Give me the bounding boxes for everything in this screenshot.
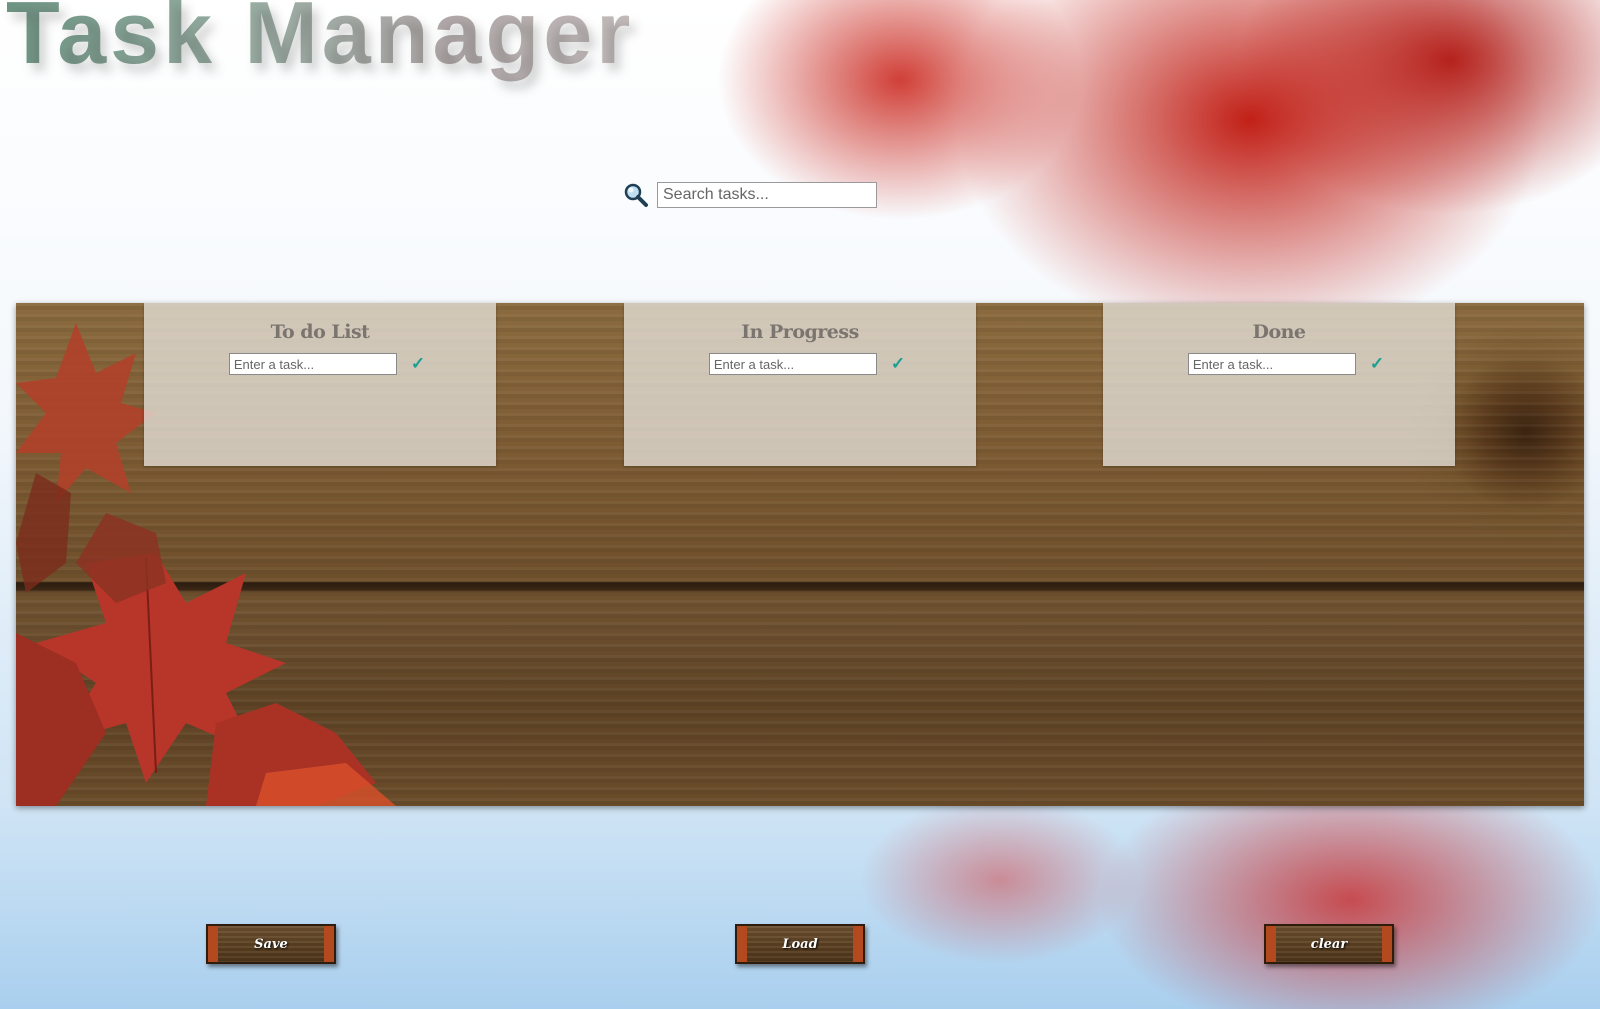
task-input[interactable]: [708, 353, 877, 375]
task-input[interactable]: [228, 353, 397, 375]
task-entry-row: ✓: [1117, 353, 1455, 375]
page-title: Task Manager: [6, 0, 634, 84]
task-board: To do List ✓ In Progress ✓ Done ✓: [16, 303, 1584, 806]
task-entry-row: ✓: [638, 353, 976, 375]
task-entry-row: ✓: [158, 353, 496, 375]
magnifier-icon[interactable]: [623, 182, 649, 208]
column-title: In Progress: [741, 321, 859, 343]
column-title: Done: [1252, 321, 1306, 343]
add-task-check-button[interactable]: ✓: [411, 354, 425, 374]
search-bar: [623, 182, 877, 208]
save-button[interactable]: Save: [206, 924, 336, 964]
search-input[interactable]: [657, 182, 877, 208]
todo-column: To do List ✓: [144, 303, 496, 466]
in-progress-column: In Progress ✓: [624, 303, 976, 466]
done-column: Done ✓: [1103, 303, 1455, 466]
column-title: To do List: [270, 321, 370, 343]
add-task-check-button[interactable]: ✓: [1370, 354, 1384, 374]
load-button[interactable]: Load: [735, 924, 865, 964]
add-task-check-button[interactable]: ✓: [891, 354, 905, 374]
clear-button[interactable]: clear: [1264, 924, 1394, 964]
task-input[interactable]: [1187, 353, 1356, 375]
